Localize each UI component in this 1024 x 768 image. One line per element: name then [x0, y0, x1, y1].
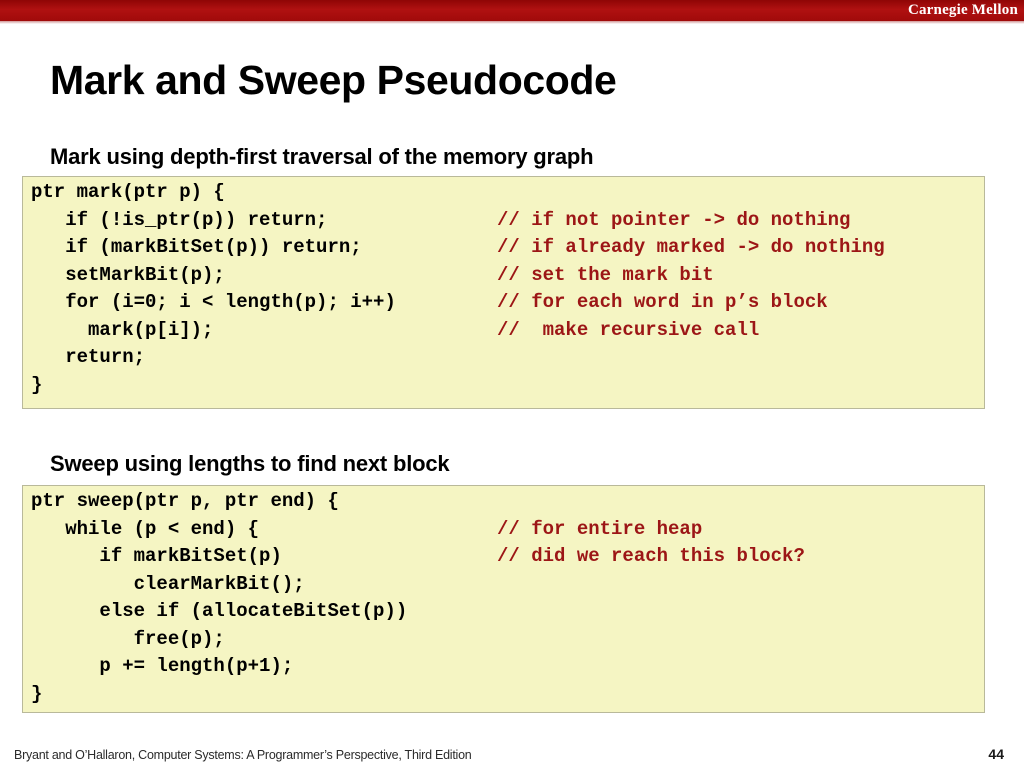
code-line: while (p < end) { // for entire heap: [23, 516, 984, 544]
code-text: ptr sweep(ptr p, ptr end) {: [31, 490, 339, 512]
code-line: mark(p[i]); // make recursive call: [23, 317, 984, 345]
code-line: ptr mark(ptr p) {: [23, 179, 984, 207]
code-lines-sweep: ptr sweep(ptr p, ptr end) { while (p < e…: [23, 486, 984, 712]
code-text: ptr mark(ptr p) {: [31, 181, 225, 203]
code-line: return;: [23, 344, 984, 372]
code-line: setMarkBit(p); // set the mark bit: [23, 262, 984, 290]
institution-label: Carnegie Mellon: [907, 2, 1018, 18]
code-text: mark(p[i]);: [31, 318, 214, 341]
code-text: free(p);: [31, 627, 225, 650]
code-line: else if (allocateBitSet(p)): [23, 598, 984, 626]
code-text: }: [31, 373, 43, 396]
code-line: ptr sweep(ptr p, ptr end) {: [23, 488, 984, 516]
code-block-sweep: ptr sweep(ptr p, ptr end) { while (p < e…: [22, 485, 985, 713]
code-comment: // set the mark bit: [497, 263, 714, 286]
code-text: }: [31, 682, 43, 705]
code-line: if (!is_ptr(p)) return; // if not pointer…: [23, 207, 984, 235]
code-line: for (i=0; i < length(p); i++) // for each…: [23, 289, 984, 317]
code-text: return;: [31, 346, 146, 368]
code-line: free(p);: [23, 626, 984, 654]
footer-page-number: 44: [988, 746, 1004, 762]
code-line: clearMarkBit();: [23, 571, 984, 599]
code-text: for (i=0; i < length(p); i++): [31, 291, 396, 313]
top-banner: [0, 0, 1024, 21]
footer-attribution: Bryant and O’Hallaron, Computer Systems:…: [14, 748, 472, 762]
code-text: if (!is_ptr(p)) return;: [31, 208, 328, 231]
code-line: if (markBitSet(p)) return; // if already …: [23, 234, 984, 262]
code-text: else if (allocateBitSet(p)): [31, 600, 408, 622]
code-line: if markBitSet(p) // did we reach this blo…: [23, 543, 984, 571]
code-text: setMarkBit(p);: [31, 263, 225, 286]
code-line: }: [23, 372, 984, 400]
code-block-mark: ptr mark(ptr p) { if (!is_ptr(p)) return…: [22, 176, 985, 409]
code-comment: // make recursive call: [497, 318, 760, 341]
code-text: if markBitSet(p): [31, 545, 282, 567]
code-text: while (p < end) {: [31, 517, 260, 540]
page-title: Mark and Sweep Pseudocode: [50, 57, 617, 103]
code-line: }: [23, 681, 984, 709]
code-comment: // for each word in p’s block: [497, 291, 828, 313]
code-line: p += length(p+1);: [23, 653, 984, 681]
banner-shadow: [0, 21, 1024, 24]
code-text: clearMarkBit();: [31, 572, 305, 595]
code-comment: // for entire heap: [497, 517, 703, 540]
section-heading-mark: Mark using depth-first traversal of the …: [50, 144, 594, 169]
code-comment: // did we reach this block?: [497, 545, 805, 567]
code-comment: // if not pointer -> do nothing: [497, 208, 851, 231]
code-text: if (markBitSet(p)) return;: [31, 236, 362, 258]
section-heading-sweep: Sweep using lengths to find next block: [50, 451, 450, 476]
code-text: p += length(p+1);: [31, 655, 294, 677]
code-comment: // if already marked -> do nothing: [497, 236, 885, 258]
code-lines-mark: ptr mark(ptr p) { if (!is_ptr(p)) return…: [23, 177, 984, 408]
